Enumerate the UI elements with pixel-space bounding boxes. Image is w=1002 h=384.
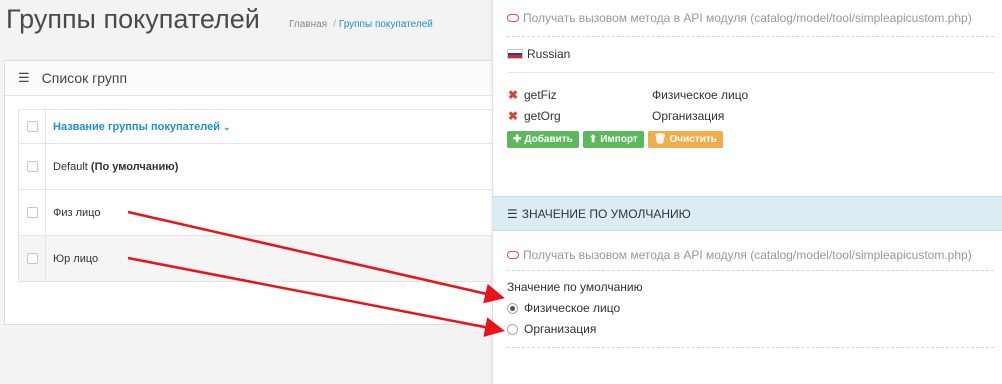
language-name: Russian	[527, 47, 571, 61]
radio-button[interactable]	[507, 323, 518, 335]
toggle-link-icon	[507, 14, 519, 22]
groups-table: Название группы покупателей ⌄ Default (По…	[18, 109, 504, 282]
page-title: Группы покупателей	[6, 4, 260, 34]
divider	[507, 270, 994, 271]
table-row: Юр лицо	[18, 236, 504, 282]
delete-icon[interactable]: ✖	[508, 109, 524, 123]
chevron-down-icon: ⌄	[222, 121, 231, 132]
item-key: getOrg	[524, 109, 561, 123]
breadcrumb-separator: /	[333, 19, 336, 30]
row-checkbox[interactable]	[26, 207, 38, 218]
api-method-option[interactable]: Получать вызовом метода в API модуля (ca…	[507, 248, 972, 262]
sort-by-name-link[interactable]: Название группы покупателей ⌄	[46, 121, 231, 133]
radio-option-fiz[interactable]: Физическое лицо	[507, 301, 620, 315]
button-group: ✚ Добавить ⬆ Импорт 🗑 Очистить	[507, 131, 723, 148]
api-method-option[interactable]: Получать вызовом метода в API модуля (ca…	[507, 11, 972, 25]
table-header-row: Название группы покупателей ⌄	[18, 110, 504, 144]
table-row: Default (По умолчанию)	[18, 144, 504, 190]
api-note-text: Получать вызовом метода в API модуля (ca…	[523, 248, 972, 262]
table-row: Физ лицо	[18, 190, 504, 236]
item-value: Физическое лицо	[652, 88, 749, 102]
import-button[interactable]: ⬆ Импорт	[582, 131, 644, 148]
breadcrumb: Главная / Группы покупателей	[289, 19, 433, 30]
list-icon: ☰	[507, 206, 518, 221]
group-name: Default (По умолчанию)	[53, 160, 179, 173]
add-button[interactable]: ✚ Добавить	[507, 131, 579, 148]
item-key: getFiz	[524, 88, 557, 102]
divider	[507, 72, 994, 73]
section-title: ЗНАЧЕНИЕ ПО УМОЛЧАНИЮ	[521, 206, 691, 221]
radio-label: Физическое лицо	[524, 301, 621, 315]
list-icon: ☰	[18, 70, 30, 85]
row-checkbox[interactable]	[26, 161, 38, 172]
upload-icon: ⬆	[588, 134, 598, 145]
list-item: ✖ getFiz Физическое лицо	[508, 88, 748, 102]
column-header-name: Название группы покупателей	[53, 120, 220, 133]
list-item: ✖ getOrg Организация	[508, 109, 724, 123]
select-all-checkbox[interactable]	[26, 121, 38, 132]
radio-option-org[interactable]: Организация	[507, 322, 596, 336]
divider	[507, 347, 994, 348]
item-value: Организация	[652, 109, 725, 123]
default-value-label: Значение по умолчанию	[507, 280, 643, 294]
panel-header: ☰ Список групп	[5, 61, 503, 96]
breadcrumb-current[interactable]: Группы покупателей	[339, 19, 433, 30]
radio-label: Организация	[524, 322, 597, 336]
group-name: Физ лицо	[53, 206, 101, 219]
divider	[507, 36, 994, 37]
plus-icon: ✚	[513, 134, 522, 145]
radio-button[interactable]	[507, 302, 518, 314]
toggle-link-icon	[507, 251, 519, 259]
default-value-section-header: ☰ ЗНАЧЕНИЕ ПО УМОЛЧАНИЮ	[493, 196, 1002, 231]
group-name: Юр лицо	[53, 252, 99, 265]
field-settings-popup: Получать вызовом метода в API модуля (ca…	[492, 0, 1002, 384]
panel-title: Список групп	[41, 70, 128, 86]
breadcrumb-home[interactable]: Главная	[289, 19, 327, 30]
row-checkbox[interactable]	[26, 253, 38, 264]
russia-flag-icon	[507, 49, 523, 59]
api-note-text: Получать вызовом метода в API модуля (ca…	[523, 11, 972, 25]
clear-button[interactable]: 🗑 Очистить	[647, 131, 723, 148]
delete-icon[interactable]: ✖	[508, 88, 524, 102]
language-label: Russian	[507, 47, 570, 61]
trash-icon: 🗑	[653, 134, 667, 145]
